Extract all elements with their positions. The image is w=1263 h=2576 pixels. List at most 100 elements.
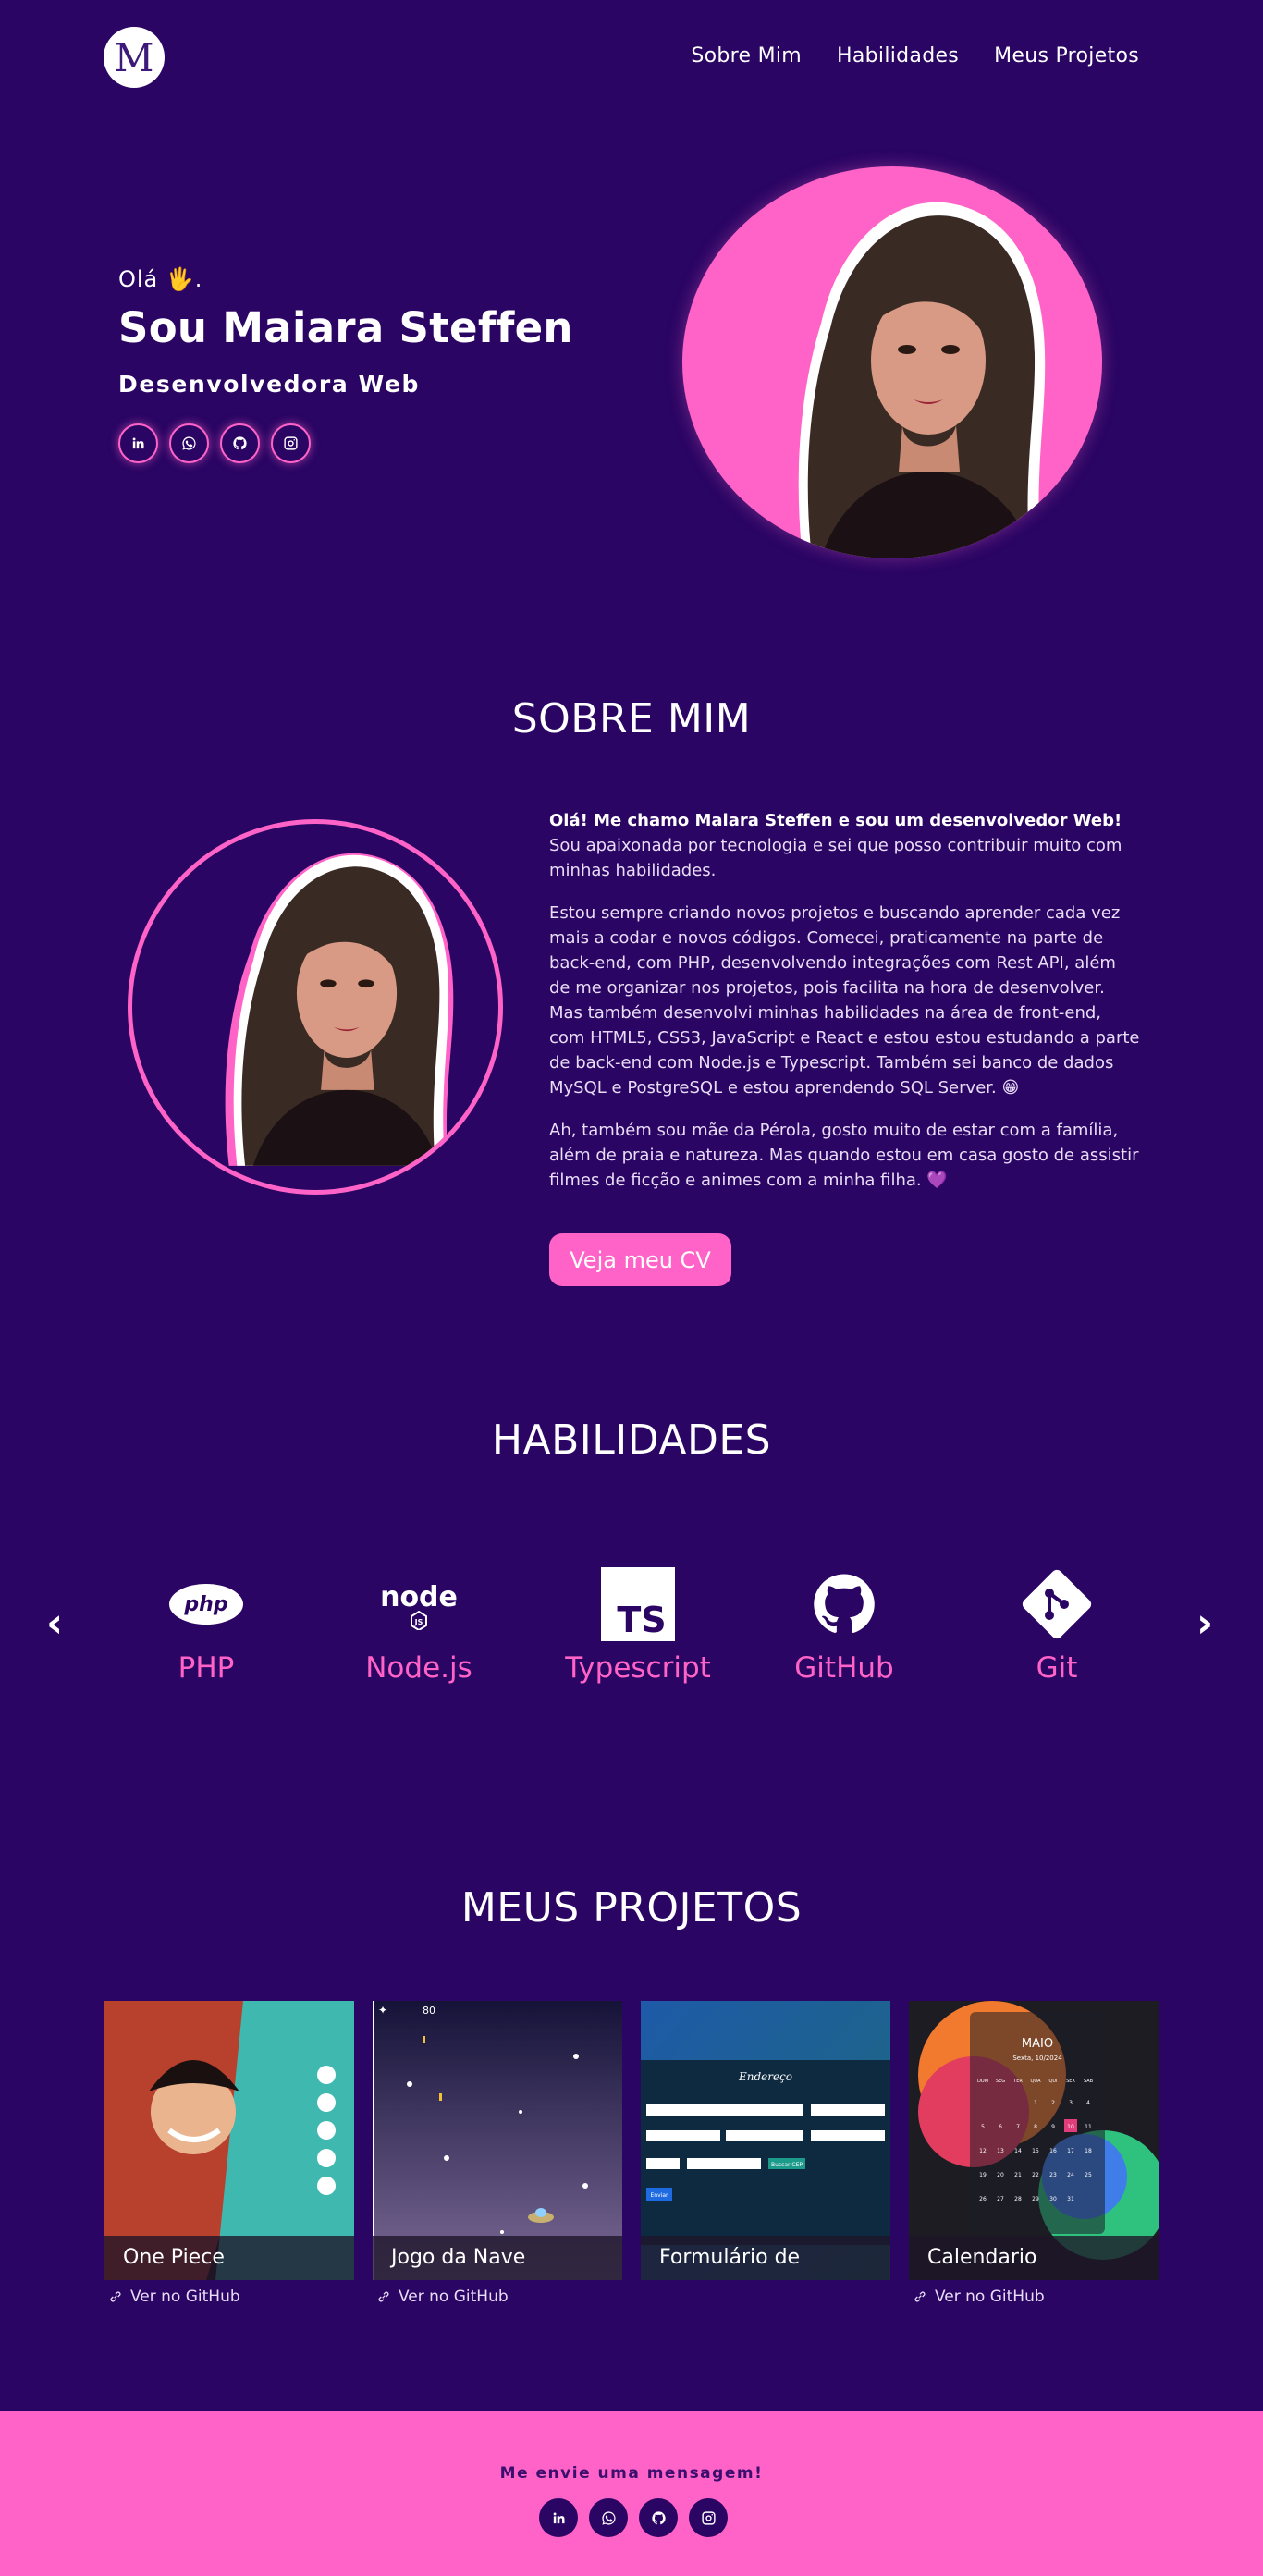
calendar-day: 8 bbox=[1034, 2124, 1037, 2130]
linkedin-link[interactable] bbox=[118, 423, 158, 463]
project-card-calendario: MAIO Sexta, 10/2024 DOM SEG TER QUA QUI SEX SA… bbox=[909, 2001, 1159, 2306]
about-profile-photo bbox=[128, 819, 503, 1195]
calendar-day: 14 bbox=[1014, 2148, 1022, 2154]
calendar-day: 7 bbox=[1016, 2124, 1020, 2130]
skill-label: Typescript bbox=[565, 1651, 711, 1685]
wave-emoji: 🖐 bbox=[166, 266, 195, 292]
svg-text:Endereço: Endereço bbox=[738, 2070, 792, 2083]
calendar-day: 11 bbox=[1085, 2124, 1092, 2130]
instagram-link[interactable] bbox=[271, 423, 311, 463]
project-github-link[interactable]: Ver no GitHub bbox=[108, 2288, 354, 2306]
skill-git: Git bbox=[964, 1566, 1149, 1685]
greeting: Olá 🖐. bbox=[118, 266, 203, 292]
calendar-day: 31 bbox=[1067, 2196, 1074, 2202]
calendar-day: 10 bbox=[1067, 2124, 1074, 2130]
svg-text:MAIO: MAIO bbox=[1022, 2037, 1053, 2051]
instagram-icon bbox=[283, 435, 299, 451]
svg-text:node: node bbox=[380, 1581, 458, 1613]
calendar-weekday: QUI bbox=[1048, 2079, 1057, 2084]
project-name: Formulário de Endereço bbox=[641, 2236, 890, 2280]
calendar-day: 4 bbox=[1086, 2100, 1090, 2106]
nav-sobre-mim[interactable]: Sobre Mim bbox=[691, 44, 802, 67]
project-name: Jogo da Nave bbox=[373, 2236, 622, 2280]
skill-typescript: TS Typescript bbox=[546, 1566, 730, 1685]
link-icon bbox=[110, 2291, 121, 2302]
skill-github: GitHub bbox=[752, 1566, 937, 1685]
nav-meus-projetos[interactable]: Meus Projetos bbox=[994, 44, 1139, 67]
about-intro: Olá! Me chamo Maiara Steffen e sou um de… bbox=[549, 811, 1122, 880]
calendar-day: 2 bbox=[1051, 2100, 1055, 2106]
calendar-day: 19 bbox=[979, 2172, 987, 2178]
skill-label: Git bbox=[1036, 1651, 1078, 1685]
hero-profile-photo bbox=[682, 166, 1102, 558]
github-icon bbox=[651, 2510, 667, 2526]
nodejs-icon: node JS bbox=[380, 1581, 458, 1630]
svg-text:php: php bbox=[183, 1593, 227, 1616]
logo[interactable]: M bbox=[104, 27, 165, 88]
git-icon bbox=[1022, 1569, 1092, 1639]
carousel-next-button[interactable]: › bbox=[1196, 1600, 1213, 1647]
skill-php: php PHP bbox=[114, 1566, 299, 1685]
github-link[interactable] bbox=[639, 2498, 678, 2537]
instagram-icon bbox=[701, 2510, 717, 2526]
svg-text:✦: ✦ bbox=[378, 2004, 387, 2017]
skills-title: HABILIDADES bbox=[491, 1417, 772, 1464]
hero-social-links bbox=[118, 423, 573, 463]
project-name: One Piece bbox=[104, 2236, 354, 2280]
footer-message: Me envie uma mensagem! bbox=[499, 2464, 764, 2483]
whatsapp-icon bbox=[181, 435, 197, 451]
typescript-icon: TS bbox=[601, 1567, 675, 1641]
github-icon bbox=[232, 435, 248, 451]
linkedin-icon bbox=[551, 2510, 567, 2526]
calendar-day: 23 bbox=[1049, 2172, 1057, 2178]
calendar-day: 3 bbox=[1069, 2100, 1073, 2106]
project-thumbnail[interactable]: ✦ 80 Jogo da Nave bbox=[373, 2001, 622, 2280]
github-icon bbox=[808, 1568, 880, 1640]
about-text: Olá! Me chamo Maiara Steffen e sou um de… bbox=[549, 808, 1141, 1210]
calendar-day: 6 bbox=[999, 2124, 1002, 2130]
project-thumbnail[interactable]: MAIO Sexta, 10/2024 DOM SEG TER QUA QUI SEX SA… bbox=[909, 2001, 1159, 2280]
instagram-link[interactable] bbox=[689, 2498, 728, 2537]
whatsapp-link[interactable] bbox=[169, 423, 209, 463]
skill-label: Node.js bbox=[365, 1651, 472, 1685]
github-link[interactable] bbox=[220, 423, 260, 463]
calendar-day: 27 bbox=[997, 2196, 1004, 2202]
svg-text:80: 80 bbox=[423, 2005, 435, 2017]
skill-label: PHP bbox=[178, 1651, 235, 1685]
calendar-day: 5 bbox=[981, 2124, 985, 2130]
calendar-weekday: SAB bbox=[1084, 2079, 1094, 2084]
project-name: Calendario bbox=[909, 2236, 1159, 2280]
carousel-prev-button[interactable]: ‹ bbox=[46, 1600, 63, 1647]
calendar-day: 20 bbox=[997, 2172, 1004, 2178]
project-thumbnail[interactable]: One Piece bbox=[104, 2001, 354, 2280]
calendar-weekday: QUA bbox=[1030, 2079, 1041, 2084]
view-cv-button[interactable]: Veja meu CV bbox=[549, 1233, 731, 1286]
whatsapp-icon bbox=[601, 2510, 617, 2526]
svg-text:JS: JS bbox=[414, 1618, 423, 1626]
svg-text:Enviar: Enviar bbox=[651, 2192, 668, 2199]
footer-social-links bbox=[539, 2498, 728, 2537]
link-icon bbox=[914, 2291, 926, 2302]
nav-habilidades[interactable]: Habilidades bbox=[837, 44, 959, 67]
project-card-one-piece: One Piece Ver no GitHub bbox=[104, 2001, 354, 2306]
hero-role: Desenvolvedora Web bbox=[118, 371, 420, 398]
linkedin-link[interactable] bbox=[539, 2498, 578, 2537]
calendar-day: 26 bbox=[979, 2196, 987, 2202]
project-thumbnail[interactable]: Endereço Buscar CEP Enviar Formulário de… bbox=[641, 2001, 890, 2280]
svg-text:Buscar CEP: Buscar CEP bbox=[771, 2162, 803, 2168]
svg-text:TS: TS bbox=[617, 1600, 666, 1640]
whatsapp-link[interactable] bbox=[589, 2498, 628, 2537]
project-github-link[interactable]: Ver no GitHub bbox=[913, 2288, 1159, 2306]
calendar-day: 13 bbox=[997, 2148, 1004, 2154]
project-card-formulario-endereco: Endereço Buscar CEP Enviar Formulário de… bbox=[641, 2001, 890, 2280]
calendar-day: 21 bbox=[1014, 2172, 1022, 2178]
site-header: M Sobre Mim Habilidades Meus Projetos bbox=[0, 0, 1263, 115]
calendar-weekday: SEG bbox=[996, 2079, 1005, 2084]
php-icon: php bbox=[169, 1584, 243, 1625]
calendar-day: 1 bbox=[1034, 2100, 1037, 2106]
link-icon bbox=[378, 2291, 389, 2302]
project-github-link[interactable]: Ver no GitHub bbox=[376, 2288, 622, 2306]
calendar-weekday: TER bbox=[1012, 2079, 1023, 2084]
calendar-weekday: DOM bbox=[977, 2079, 988, 2084]
calendar-day: 29 bbox=[1032, 2196, 1039, 2202]
